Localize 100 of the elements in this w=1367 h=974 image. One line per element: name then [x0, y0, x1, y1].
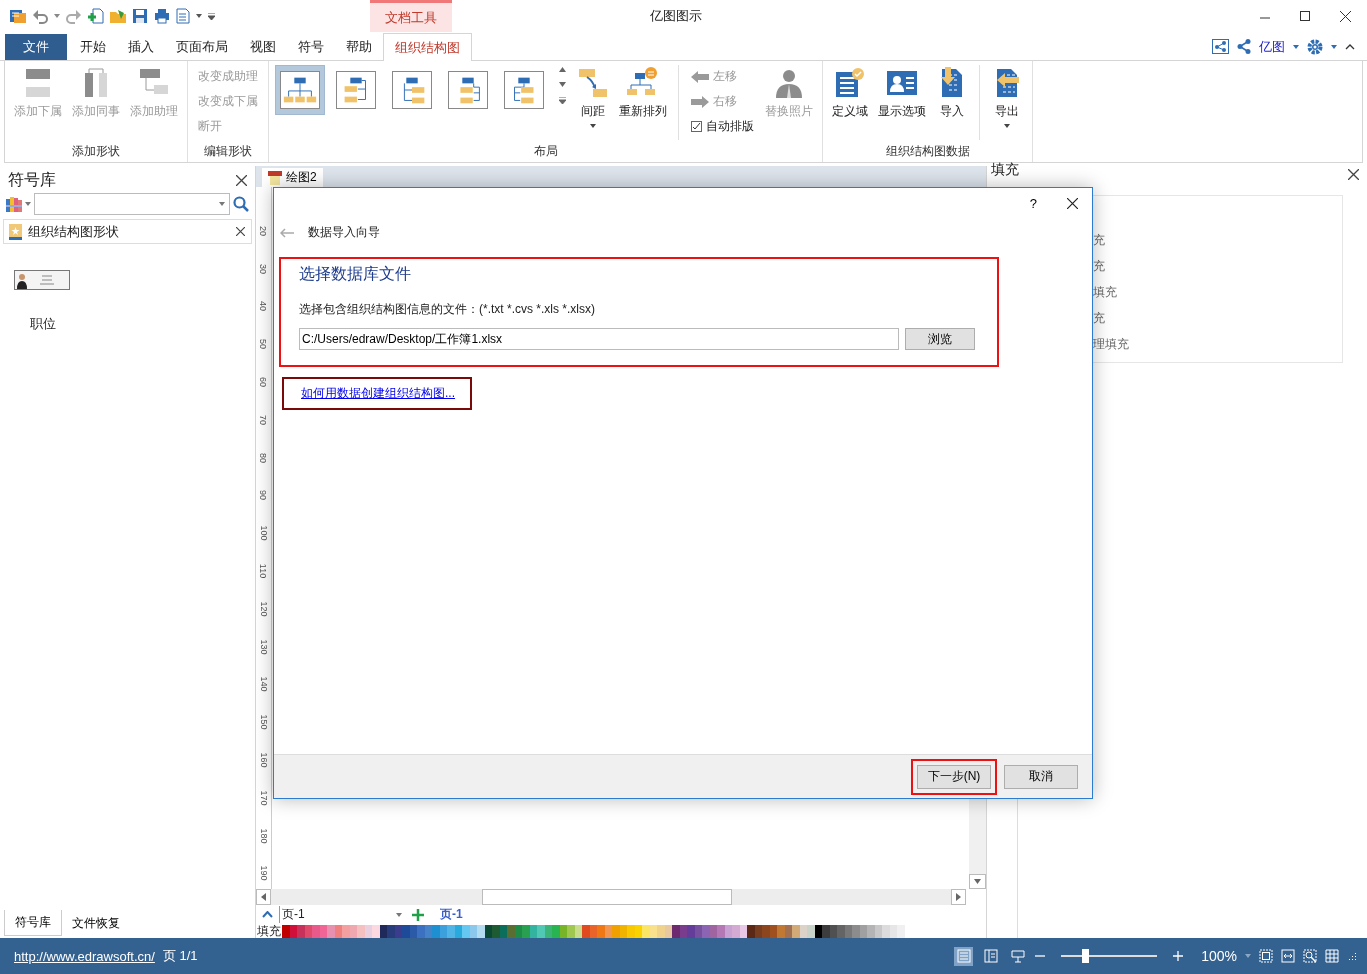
color-swatch[interactable] [304, 924, 312, 938]
color-swatch[interactable] [312, 924, 320, 938]
maximize-icon[interactable] [1300, 11, 1310, 21]
color-swatch[interactable] [469, 924, 477, 938]
color-swatch[interactable] [522, 924, 530, 938]
library-item[interactable]: 组织结构图形状 [3, 219, 252, 244]
color-swatch[interactable] [724, 924, 732, 938]
color-swatch[interactable] [574, 924, 582, 938]
undo-icon[interactable] [32, 8, 48, 24]
color-swatch[interactable] [492, 924, 500, 938]
color-swatch[interactable] [282, 924, 290, 938]
ribbon-tab[interactable]: 页面布局 [165, 33, 239, 60]
color-swatch[interactable] [694, 924, 702, 938]
color-swatch[interactable] [289, 924, 297, 938]
fill-option[interactable]: 填充 [1093, 284, 1342, 310]
collapse-ribbon-icon[interactable] [1345, 43, 1355, 50]
grid-icon[interactable] [1325, 949, 1339, 963]
close-icon[interactable] [1348, 169, 1359, 180]
scrollbar-thumb[interactable] [482, 889, 732, 905]
color-swatch[interactable] [619, 924, 627, 938]
share-screen-icon[interactable] [1212, 39, 1229, 54]
more-icon[interactable] [559, 97, 566, 104]
slider-thumb[interactable] [1081, 949, 1089, 963]
redo-icon[interactable] [66, 8, 82, 24]
color-swatch[interactable] [754, 924, 762, 938]
fill-option[interactable]: 充 [1093, 310, 1342, 336]
ribbon-tab[interactable]: 视图 [239, 33, 287, 60]
ribbon-button[interactable]: 间距 [574, 65, 612, 130]
color-swatch[interactable] [439, 924, 447, 938]
color-swatch[interactable] [859, 924, 867, 938]
color-swatch[interactable] [852, 924, 860, 938]
ribbon-button[interactable]: 导入 [933, 65, 971, 122]
caret-icon[interactable] [54, 14, 60, 18]
ribbon-button[interactable]: 重新排列 [616, 65, 670, 122]
color-swatch[interactable] [387, 924, 395, 938]
help-button[interactable]: ? [1029, 195, 1037, 211]
color-swatch[interactable] [612, 924, 620, 938]
file-path-field[interactable]: C:/Users/edraw/Desktop/工作簿1.xlsx [299, 328, 899, 350]
close-icon[interactable] [236, 175, 247, 186]
zoom-in-icon[interactable] [1173, 951, 1184, 961]
panel-tab[interactable]: 符号库 [4, 910, 62, 936]
color-swatch[interactable] [447, 924, 455, 938]
checkbox[interactable] [691, 121, 702, 132]
color-swatch[interactable] [799, 924, 807, 938]
color-swatch[interactable] [597, 924, 605, 938]
color-swatch[interactable] [739, 924, 747, 938]
color-swatch[interactable] [552, 924, 560, 938]
help-link[interactable]: 如何用数据创建组织结构图... [301, 385, 455, 402]
search-icon[interactable] [233, 196, 249, 212]
ribbon-tab[interactable]: 符号 [287, 33, 335, 60]
color-swatch[interactable] [567, 924, 575, 938]
settings-icon[interactable] [1307, 38, 1323, 55]
color-swatch[interactable] [417, 924, 425, 938]
color-swatch[interactable] [349, 924, 357, 938]
page-dropdown[interactable]: 页-1 [279, 906, 406, 923]
panel-tab[interactable]: 文件恢复 [62, 910, 130, 936]
color-swatch[interactable] [709, 924, 717, 938]
print-icon[interactable] [154, 8, 170, 24]
scroll-down-icon[interactable] [559, 82, 566, 87]
color-swatch[interactable] [559, 924, 567, 938]
color-swatch[interactable] [792, 924, 800, 938]
website-link[interactable]: http://www.edrawsoft.cn/ [14, 948, 155, 964]
color-swatch[interactable] [822, 924, 830, 938]
color-swatch[interactable] [537, 924, 545, 938]
color-swatch[interactable] [342, 924, 350, 938]
color-swatch[interactable] [769, 924, 777, 938]
color-swatch[interactable] [454, 924, 462, 938]
color-swatch[interactable] [424, 924, 432, 938]
ribbon-tab[interactable]: 开始 [69, 33, 117, 60]
color-swatch[interactable] [649, 924, 657, 938]
color-swatch[interactable] [634, 924, 642, 938]
view-mode-button[interactable] [981, 946, 1001, 966]
document-icon[interactable] [176, 8, 190, 24]
color-swatch[interactable] [507, 924, 515, 938]
document-tab[interactable]: 绘图2 [262, 168, 323, 187]
color-swatch[interactable] [364, 924, 372, 938]
ribbon-button[interactable]: 定义域 [829, 65, 871, 122]
fill-option[interactable]: 充 [1093, 232, 1342, 258]
color-swatch[interactable] [882, 924, 890, 938]
share-icon[interactable] [1237, 39, 1251, 54]
fit-page-icon[interactable] [1259, 949, 1273, 963]
color-swatch[interactable] [297, 924, 305, 938]
caret-icon[interactable] [219, 202, 225, 206]
zoom-level[interactable]: 100% [1201, 948, 1237, 964]
color-swatch[interactable] [814, 924, 822, 938]
scroll-down-icon[interactable] [974, 879, 981, 884]
color-swatch[interactable] [762, 924, 770, 938]
color-swatch[interactable] [432, 924, 440, 938]
color-swatch[interactable] [672, 924, 680, 938]
color-swatch[interactable] [357, 924, 365, 938]
fit-width-icon[interactable] [1281, 949, 1295, 963]
page-tab[interactable]: 页-1 [436, 906, 467, 923]
org-card-shape-icon[interactable] [14, 270, 70, 290]
file-menu-tab[interactable]: 文件 [5, 34, 67, 60]
customize-icon[interactable] [208, 12, 215, 20]
color-swatch[interactable] [717, 924, 725, 938]
caret-icon[interactable] [25, 202, 31, 206]
layout-option[interactable] [275, 65, 325, 115]
color-swatch[interactable] [807, 924, 815, 938]
dialog-button[interactable]: 取消 [1004, 764, 1078, 789]
